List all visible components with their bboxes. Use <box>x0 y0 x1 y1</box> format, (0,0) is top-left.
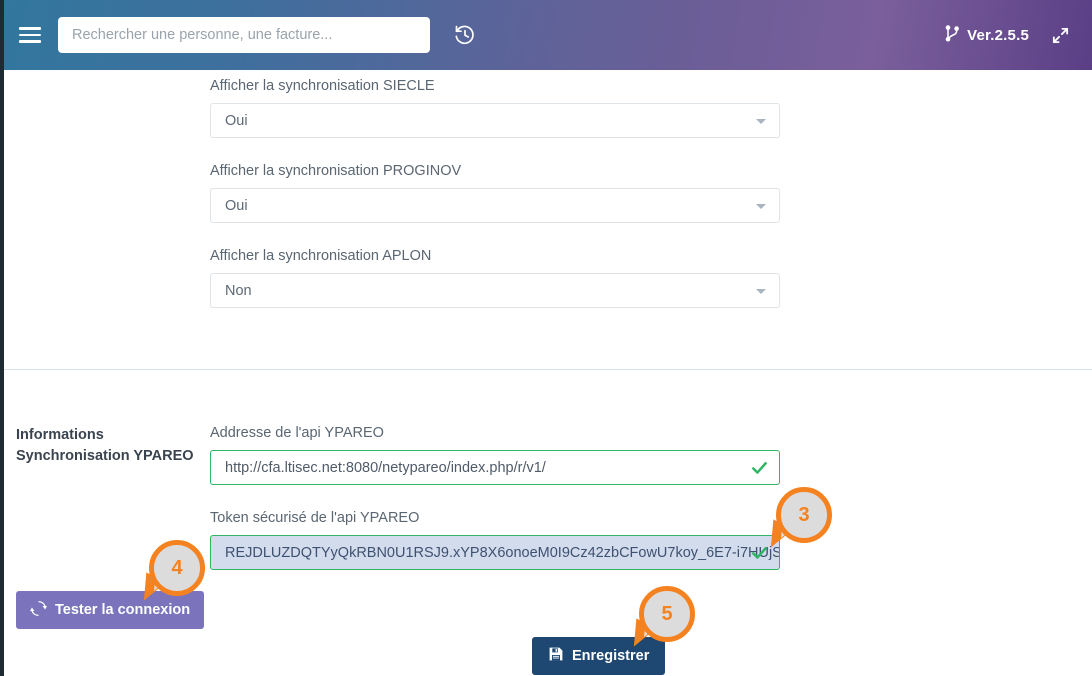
field-label-api-token: Token sécurisé de l'api YPAREO <box>210 510 420 526</box>
left-edge-strip <box>0 0 4 676</box>
test-connection-label: Tester la connexion <box>55 602 191 618</box>
history-icon[interactable] <box>452 22 478 48</box>
field-group-api-token: Token sécurisé de l'api YPAREO REJDLUZDQ… <box>210 510 780 570</box>
select-proginov[interactable]: Oui <box>210 188 780 223</box>
section-title: Informations Synchronisation YPAREO <box>16 425 206 467</box>
callout-number-5: 5 <box>639 586 695 642</box>
version-label: Ver.2.5.5 <box>967 26 1029 44</box>
field-group-api-url: Addresse de l'api YPAREO http://cfa.ltis… <box>210 425 780 485</box>
field-label-api-url: Addresse de l'api YPAREO <box>210 425 384 441</box>
top-header-bar: Ver.2.5.5 <box>0 0 1092 70</box>
api-url-input[interactable]: http://cfa.ltisec.net:8080/netypareo/ind… <box>210 450 780 485</box>
version-badge[interactable]: Ver.2.5.5 <box>944 24 1029 47</box>
select-siecle[interactable]: Oui <box>210 103 780 138</box>
field-label-aplon: Afficher la synchronisation APLON <box>210 248 432 264</box>
section-title-line2: Synchronisation YPAREO <box>16 448 194 464</box>
field-group-aplon: Afficher la synchronisation APLON Non <box>210 248 780 308</box>
select-value-siecle: Oui <box>225 112 248 129</box>
api-token-input[interactable]: REJDLUZDQTYyQkRBN0U1RSJ9.xYP8X6onoeM0I9C… <box>210 535 780 570</box>
select-value-aplon: Non <box>225 282 252 299</box>
chevron-down-icon <box>756 118 766 124</box>
page-content: Afficher la synchronisation SIECLE Oui A… <box>0 70 1092 676</box>
select-value-proginov: Oui <box>225 197 248 214</box>
callout-badge-5: 5 <box>624 586 695 652</box>
chevron-down-icon <box>756 288 766 294</box>
hamburger-menu-icon[interactable] <box>8 0 52 70</box>
callout-badge-3: 3 <box>761 487 832 553</box>
floppy-save-icon <box>548 646 564 666</box>
select-aplon[interactable]: Non <box>210 273 780 308</box>
save-label: Enregistrer <box>572 648 650 664</box>
check-icon <box>750 458 769 477</box>
section-title-line1: Informations <box>16 427 104 443</box>
field-group-siecle: Afficher la synchronisation SIECLE Oui <box>210 78 780 138</box>
test-connection-button[interactable]: Tester la connexion <box>16 591 205 629</box>
search-input[interactable] <box>58 17 430 53</box>
check-icon <box>750 543 769 562</box>
git-branch-icon <box>944 24 961 47</box>
api-url-value: http://cfa.ltisec.net:8080/netypareo/ind… <box>225 459 546 476</box>
api-token-value: REJDLUZDQTYyQkRBN0U1RSJ9.xYP8X6onoeM0I9C… <box>225 544 780 561</box>
field-label-siecle: Afficher la synchronisation SIECLE <box>210 78 435 94</box>
section-divider <box>4 369 1092 370</box>
callout-badge-4: 4 <box>134 540 205 606</box>
refresh-sync-icon <box>30 600 47 621</box>
field-group-proginov: Afficher la synchronisation PROGINOV Oui <box>210 163 780 223</box>
expand-arrows-icon[interactable] <box>1051 26 1070 45</box>
field-label-proginov: Afficher la synchronisation PROGINOV <box>210 163 462 179</box>
header-right-group: Ver.2.5.5 <box>944 24 1092 47</box>
callout-number-3: 3 <box>776 487 832 543</box>
chevron-down-icon <box>756 203 766 209</box>
callout-number-4: 4 <box>149 540 205 596</box>
